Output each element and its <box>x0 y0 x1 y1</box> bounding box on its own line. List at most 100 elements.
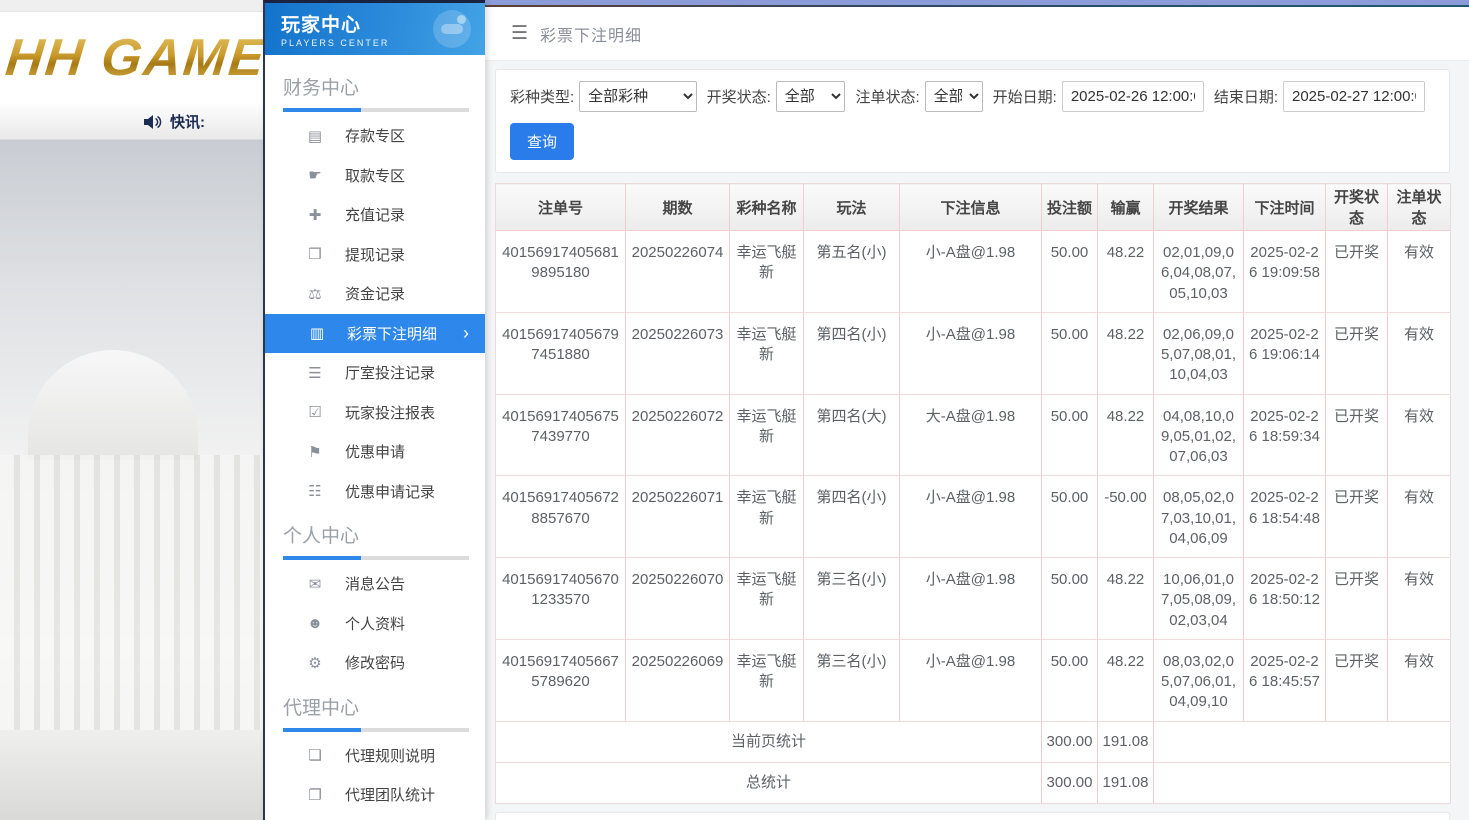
page: HH GAME 快讯: 玩家中心 PLAYERS CENTER 财务中心▤存款专 <box>0 0 1469 820</box>
sidebar-item-label: 个人资料 <box>345 613 405 634</box>
total-stats-amount: 300.00 <box>1042 762 1098 803</box>
cell-bet_id: 401569174056819895180 <box>496 231 626 313</box>
cell-order_status: 有效 <box>1388 639 1451 721</box>
cell-amount: 50.00 <box>1042 558 1098 640</box>
order-status-select[interactable]: 全部 <box>925 81 983 112</box>
message-bulletin-icon: ✉ <box>305 575 325 593</box>
left-top-strip <box>0 0 263 12</box>
cell-amount: 50.00 <box>1042 476 1098 558</box>
cell-bet_info: 大-A盘@1.98 <box>900 394 1042 476</box>
cell-result: 08,03,02,05,07,06,01,04,09,10 <box>1154 639 1244 721</box>
cell-result: 08,05,02,07,03,10,01,04,06,09 <box>1154 476 1244 558</box>
hall-bet-record-icon: ☰ <box>305 364 325 382</box>
sidebar-item-label: 彩票下注明细 <box>347 323 437 344</box>
main-content: ☰ 彩票下注明细 彩种类型: 全部彩种 开奖状态: 全部 注单状态: 全部 <box>485 0 1469 820</box>
column-header: 注单号 <box>496 184 626 231</box>
sidebar-item-label: 提现记录 <box>345 244 405 265</box>
sidebar-item-个人资料[interactable]: ☻ 个人资料 <box>265 604 485 644</box>
cell-play: 第五名(小) <box>804 231 900 313</box>
sidebar-item-充值记录[interactable]: ✚充值记录 <box>265 195 485 235</box>
cell-period: 20250226073 <box>626 312 730 394</box>
sidebar-item-优惠申请[interactable]: ⚑优惠申请 <box>265 432 485 472</box>
cell-win_loss: 48.22 <box>1098 639 1154 721</box>
bets-table: 注单号期数彩种名称玩法下注信息投注额输赢开奖结果下注时间开奖状态注单状态 401… <box>495 183 1451 804</box>
sidebar-section-heading: 代理中心 <box>265 683 485 728</box>
cell-order_status: 有效 <box>1388 231 1451 313</box>
cell-amount: 50.00 <box>1042 312 1098 394</box>
page-stats-label: 当前页统计 <box>496 721 1042 762</box>
sidebar-item-label: 优惠申请记录 <box>345 481 435 502</box>
player-bet-report-icon: ☑ <box>305 403 325 421</box>
draw-status-label: 开奖状态: <box>707 86 771 107</box>
cell-order_status: 有效 <box>1388 558 1451 640</box>
total-stats-empty <box>1154 762 1451 803</box>
sidebar: 玩家中心 PLAYERS CENTER 财务中心▤存款专区☛取款专区✚充值记录❒… <box>263 0 485 820</box>
funds-record-icon: ⚖ <box>305 285 325 303</box>
column-header: 下注信息 <box>900 184 1042 231</box>
cell-amount: 50.00 <box>1042 231 1098 313</box>
capitol-dome-shape <box>28 350 198 460</box>
change-password-icon: ⚙ <box>305 654 325 672</box>
sidebar-item-优惠申请记录[interactable]: ☷ 优惠申请记录 <box>265 472 485 512</box>
sidebar-item-修改密码[interactable]: ⚙修改密码 <box>265 643 485 683</box>
pagination-bar: 每页显示20条 共6条 首页 上一页 1 下一页 第 页 跳转 <box>495 812 1450 820</box>
sidebar-section-heading: 个人中心 <box>265 511 485 556</box>
promo-apply-record-icon: ☷ <box>305 482 325 500</box>
sidebar-item-label: 玩家投注报表 <box>345 402 435 423</box>
end-date-input[interactable] <box>1283 81 1425 112</box>
cell-play: 第三名(小) <box>804 558 900 640</box>
cell-draw_status: 已开奖 <box>1326 476 1388 558</box>
page-stats-row: 当前页统计 300.00 191.08 <box>496 721 1451 762</box>
cell-bet_info: 小-A盘@1.98 <box>900 639 1042 721</box>
sidebar-item-代理规则说明[interactable]: ❏代理规则说明 <box>265 736 485 776</box>
lottery-type-select[interactable]: 全部彩种 <box>579 81 696 112</box>
total-stats-winloss: 191.08 <box>1098 762 1154 803</box>
cell-period: 20250226074 <box>626 231 730 313</box>
cell-play: 第四名(小) <box>804 312 900 394</box>
sidebar-item-存款专区[interactable]: ▤存款专区 <box>265 116 485 156</box>
cell-win_loss: 48.22 <box>1098 312 1154 394</box>
cell-lottery: 幸运飞艇新 <box>730 312 804 394</box>
query-button[interactable]: 查询 <box>510 123 574 160</box>
cell-amount: 50.00 <box>1042 394 1098 476</box>
table-row: 40156917405679745188020250226073幸运飞艇新第四名… <box>496 312 1451 394</box>
news-label: 快讯: <box>170 111 205 132</box>
sidebar-item-消息公告[interactable]: ✉消息公告 <box>265 564 485 604</box>
sidebar-item-厅室投注记录[interactable]: ☰ 厅室投注记录 <box>265 353 485 393</box>
left-background-page: HH GAME 快讯: <box>0 0 263 820</box>
background-image-capitol <box>0 140 263 820</box>
sidebar-item-label: 充值记录 <box>345 204 405 225</box>
column-header: 玩法 <box>804 184 900 231</box>
cell-bet_id: 401569174056701233570 <box>496 558 626 640</box>
section-underline <box>283 108 469 112</box>
sidebar-item-代理团队统计[interactable]: ❐代理团队统计 <box>265 775 485 815</box>
sidebar-item-取款专区[interactable]: ☛取款专区 <box>265 156 485 196</box>
sidebar-item-label: 代理团队统计 <box>345 784 435 805</box>
cell-bet_time: 2025-02-26 18:54:48 <box>1244 476 1326 558</box>
cell-lottery: 幸运飞艇新 <box>730 394 804 476</box>
page-stats-winloss: 191.08 <box>1098 721 1154 762</box>
cell-bet_time: 2025-02-26 19:09:58 <box>1244 231 1326 313</box>
cell-order_status: 有效 <box>1388 476 1451 558</box>
sidebar-item-资金记录[interactable]: ⚖资金记录 <box>265 274 485 314</box>
profile-user-icon: ☻ <box>305 615 325 632</box>
menu-toggle-icon[interactable]: ☰ <box>511 22 528 45</box>
page-title: 彩票下注明细 <box>540 22 642 46</box>
table-header-row: 注单号期数彩种名称玩法下注信息投注额输赢开奖结果下注时间开奖状态注单状态 <box>496 184 1451 231</box>
cell-lottery: 幸运飞艇新 <box>730 476 804 558</box>
title-bar: ☰ 彩票下注明细 <box>485 7 1469 61</box>
cell-result: 02,06,09,05,07,08,01,10,04,03 <box>1154 312 1244 394</box>
cell-play: 第四名(小) <box>804 476 900 558</box>
sidebar-item-label: 厅室投注记录 <box>345 362 435 383</box>
cell-bet_time: 2025-02-26 18:50:12 <box>1244 558 1326 640</box>
cell-draw_status: 已开奖 <box>1326 394 1388 476</box>
sidebar-item-提现记录[interactable]: ❒提现记录 <box>265 235 485 275</box>
draw-status-select[interactable]: 全部 <box>776 81 846 112</box>
sidebar-menu: 财务中心▤存款专区☛取款专区✚充值记录❒提现记录⚖资金记录▥彩票下注明细›☰厅室… <box>265 55 485 815</box>
capitol-steps-shape <box>0 730 263 820</box>
sidebar-item-玩家投注报表[interactable]: ☑ 玩家投注报表 <box>265 393 485 433</box>
sidebar-item-彩票下注明细[interactable]: ▥彩票下注明细› <box>265 314 485 354</box>
lottery-type-label: 彩种类型: <box>510 86 574 107</box>
cell-bet_id: 401569174056728857670 <box>496 476 626 558</box>
start-date-input[interactable] <box>1062 81 1204 112</box>
